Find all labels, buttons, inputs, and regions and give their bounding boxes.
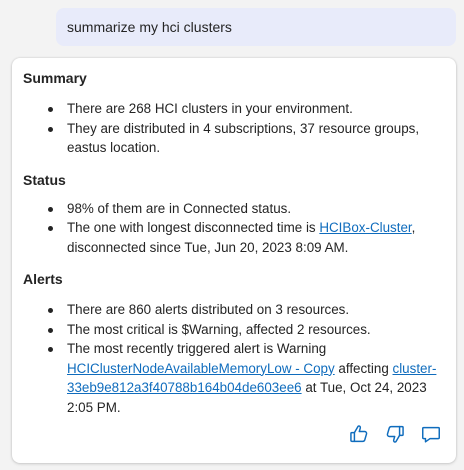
hcibox-cluster-link[interactable]: HCIBox-Cluster bbox=[319, 220, 411, 235]
summary-heading: Summary bbox=[23, 70, 87, 86]
thumbs-up-icon[interactable] bbox=[348, 423, 370, 445]
user-message-text: summarize my hci clusters bbox=[67, 19, 232, 35]
user-message-bubble: summarize my hci clusters bbox=[56, 8, 456, 46]
alert-rule-link[interactable]: HCIClusterNodeAvailableMemoryLow - Copy bbox=[67, 361, 335, 376]
alerts-heading: Alerts bbox=[23, 271, 63, 287]
alert-text-prefix: The most recently triggered alert is War… bbox=[67, 341, 327, 356]
status-text-prefix: The one with longest disconnected time i… bbox=[67, 220, 320, 235]
list-item: 98% of them are in Connected status. bbox=[23, 199, 444, 219]
thumbs-down-icon[interactable] bbox=[384, 423, 406, 445]
assistant-response-card: Summary There are 268 HCI clusters in yo… bbox=[12, 58, 456, 463]
list-item: The one with longest disconnected time i… bbox=[23, 218, 444, 257]
list-item: There are 860 alerts distributed on 3 re… bbox=[23, 300, 444, 320]
status-list: 98% of them are in Connected status. The… bbox=[23, 199, 444, 258]
feedback-actions bbox=[348, 423, 442, 445]
alert-text-mid: affecting bbox=[334, 360, 393, 376]
alerts-list: There are 860 alerts distributed on 3 re… bbox=[23, 300, 444, 417]
summary-list: There are 268 HCI clusters in your envir… bbox=[23, 99, 444, 158]
list-item: The most critical is $Warning, affected … bbox=[23, 320, 444, 340]
status-heading: Status bbox=[23, 171, 66, 188]
list-item: There are 268 HCI clusters in your envir… bbox=[23, 99, 444, 119]
list-item: They are distributed in 4 subscriptions,… bbox=[23, 119, 444, 158]
list-item: The most recently triggered alert is War… bbox=[23, 339, 444, 417]
comment-icon[interactable] bbox=[420, 423, 442, 445]
